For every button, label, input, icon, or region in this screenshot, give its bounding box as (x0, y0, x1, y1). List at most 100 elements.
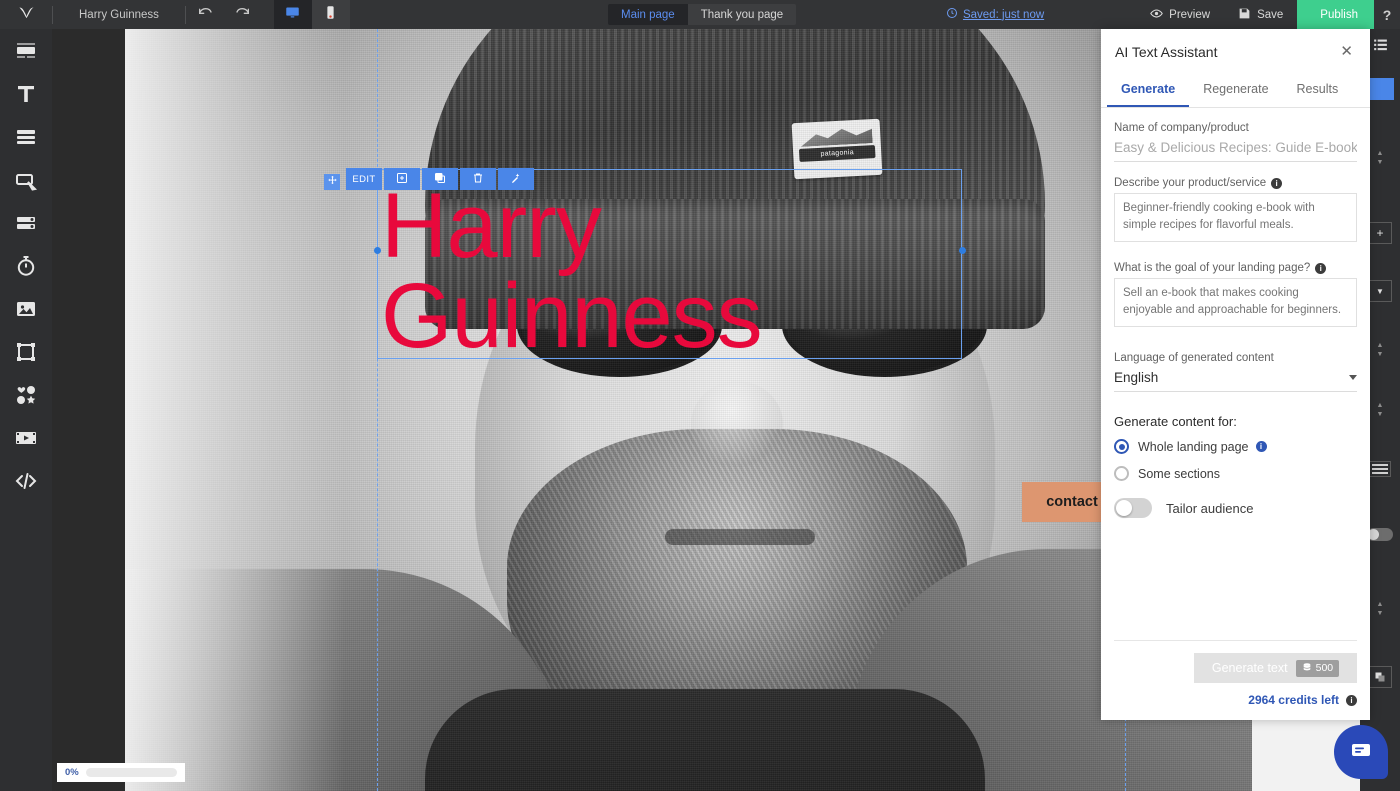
sidebar-item-shape[interactable] (0, 330, 52, 373)
sidebar-item-countdown-timer[interactable] (0, 244, 52, 287)
text-T-icon (14, 82, 38, 106)
field-company-name: Name of company/product (1114, 122, 1357, 162)
sidebar-item-custom-code[interactable] (0, 459, 52, 502)
saved-status[interactable]: Saved: just now (946, 7, 1044, 22)
align-lines-icon (1369, 461, 1391, 477)
tab-results[interactable]: Results (1283, 74, 1353, 107)
coin-stack-icon (1302, 662, 1312, 675)
element-drag-handle[interactable] (324, 174, 340, 190)
landing-page-goal-label-text: What is the goal of your landing page? (1114, 262, 1311, 274)
left-tool-rail (0, 29, 52, 791)
app-logo[interactable] (0, 0, 52, 29)
sidebar-item-form[interactable] (0, 201, 52, 244)
field-describe-product: Describe your product/service i (1114, 177, 1357, 247)
sidebar-item-video[interactable] (0, 416, 52, 459)
save-button[interactable]: Save (1224, 0, 1297, 29)
mobile-view-button[interactable] (311, 0, 350, 29)
radio-some-sections[interactable]: Some sections (1114, 466, 1357, 481)
redo-arrow-icon (235, 4, 251, 25)
hero-heading-line1: Harry (381, 175, 602, 277)
tab-generate[interactable]: Generate (1107, 74, 1190, 107)
zoom-slider[interactable] (85, 768, 177, 777)
info-circle-icon[interactable]: i (1315, 262, 1327, 274)
magic-wand-icon (510, 172, 522, 187)
image-picture-icon (14, 297, 38, 321)
sidebar-item-image[interactable] (0, 287, 52, 330)
tab-main-page[interactable]: Main page (608, 4, 688, 25)
video-film-icon (14, 426, 38, 450)
company-name-label: Name of company/product (1114, 122, 1249, 134)
plus-box-icon: + (1368, 222, 1392, 244)
copy-layers-icon (1368, 666, 1392, 688)
social-icons-icon (14, 383, 38, 407)
chat-support-button[interactable] (1334, 725, 1388, 779)
info-circle-icon[interactable]: i (1255, 441, 1267, 452)
mobile-phone-icon (323, 5, 338, 25)
save-label: Save (1257, 8, 1284, 21)
eye-icon (1150, 7, 1163, 23)
list-lines-icon (1372, 36, 1389, 58)
radio-whole-landing-page[interactable]: Whole landing page i (1114, 439, 1357, 454)
desktop-monitor-icon (285, 5, 300, 25)
help-button[interactable]: ? (1374, 0, 1400, 29)
shape-frame-icon (14, 340, 38, 364)
stepper-updown-icon: ▲ ▼ (1376, 401, 1384, 418)
info-circle-icon[interactable]: i (1346, 694, 1357, 706)
resize-handle-left[interactable] (374, 247, 381, 254)
color-swatch-icon (1366, 78, 1394, 100)
preview-label: Preview (1169, 8, 1211, 21)
tab-thank-you-page[interactable]: Thank you page (687, 4, 797, 25)
edit-button[interactable]: EDIT (346, 168, 382, 190)
credits-left-label[interactable]: 2964 credits left (1248, 693, 1339, 707)
undo-button[interactable] (186, 0, 224, 29)
tab-regenerate[interactable]: Regenerate (1189, 74, 1282, 107)
publish-button[interactable]: Publish (1297, 0, 1374, 38)
sidebar-item-button[interactable] (0, 158, 52, 201)
floppy-disk-icon (1238, 7, 1251, 23)
language-label: Language of generated content (1114, 352, 1274, 364)
describe-product-textarea[interactable] (1114, 193, 1357, 242)
company-name-input[interactable] (1114, 138, 1357, 162)
add-element-button[interactable] (384, 168, 420, 190)
stepper-updown-icon: ▲ ▼ (1376, 341, 1384, 358)
undo-arrow-icon (197, 4, 213, 25)
info-circle-icon[interactable]: i (1271, 177, 1283, 189)
preview-button[interactable]: Preview (1136, 0, 1224, 29)
device-switcher (273, 0, 350, 29)
generate-text-button[interactable]: Generate text 500 (1194, 653, 1357, 683)
project-name[interactable]: Harry Guinness (53, 9, 185, 21)
button-cursor-icon (14, 168, 38, 192)
sidebar-item-text[interactable] (0, 72, 52, 115)
sidebar-item-sections[interactable] (0, 29, 52, 72)
tailor-audience-row[interactable]: Tailor audience (1114, 498, 1357, 518)
redo-button[interactable] (224, 0, 262, 29)
toggle-switch-icon[interactable] (1114, 498, 1152, 518)
move-drag-icon (327, 173, 338, 191)
bird-logo-icon (18, 4, 35, 26)
code-brackets-icon (14, 469, 38, 493)
selection-guide-left (377, 29, 378, 791)
sidebar-item-layout-blocks[interactable] (0, 115, 52, 158)
landing-page-goal-textarea[interactable] (1114, 278, 1357, 327)
delete-element-button[interactable] (460, 168, 496, 190)
close-panel-button[interactable]: ✕ (1336, 41, 1357, 62)
duplicate-copy-icon (434, 172, 446, 187)
zoom-percentage: 0% (65, 767, 79, 778)
publish-label: Publish (1320, 8, 1358, 21)
zoom-control[interactable]: 0% (57, 763, 185, 782)
ai-assistant-button[interactable] (498, 168, 534, 190)
duplicate-element-button[interactable] (422, 168, 458, 190)
radio-whole-landing-page-label: Whole landing page i (1138, 440, 1267, 454)
language-select[interactable]: English (1114, 368, 1357, 392)
hero-heading[interactable]: Harry Guinness (381, 175, 1081, 362)
desktop-view-button[interactable] (273, 0, 312, 29)
language-selected-value: English (1114, 370, 1159, 385)
ai-panel-body: Name of company/product Describe your pr… (1101, 108, 1370, 518)
radio-some-sections-label: Some sections (1138, 466, 1220, 481)
stepper-updown-icon: ▲ ▼ (1376, 600, 1384, 617)
toggle-switch-icon (1367, 527, 1393, 541)
top-actions: Saved: just now Preview Save Publish ? (946, 0, 1400, 38)
sidebar-item-social-icons[interactable] (0, 373, 52, 416)
ai-panel-footer: Generate text 500 2964 credits left i (1114, 640, 1357, 720)
generate-content-for-group: Generate content for: Whole landing page… (1114, 414, 1357, 518)
